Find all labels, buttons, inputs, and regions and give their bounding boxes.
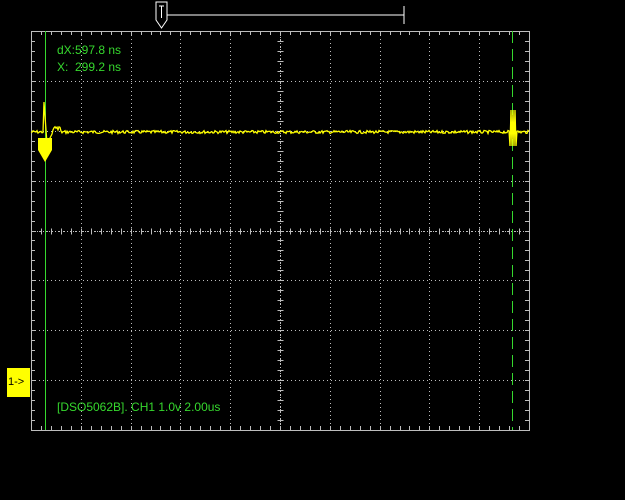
delta-x-readout: dX:597.8 ns xyxy=(57,43,122,57)
ch1-level-arrow-icon[interactable] xyxy=(38,138,52,162)
trigger-position-indicator[interactable] xyxy=(155,1,405,29)
status-line: [DSO5062B]. CH1 1.0v 2.00us xyxy=(57,400,221,414)
oscilloscope-display xyxy=(30,1,530,431)
x-position-readout: X: 299.2 ns xyxy=(57,60,122,74)
channel-1-marker[interactable]: 1-> xyxy=(7,368,30,397)
graticule xyxy=(31,31,530,431)
